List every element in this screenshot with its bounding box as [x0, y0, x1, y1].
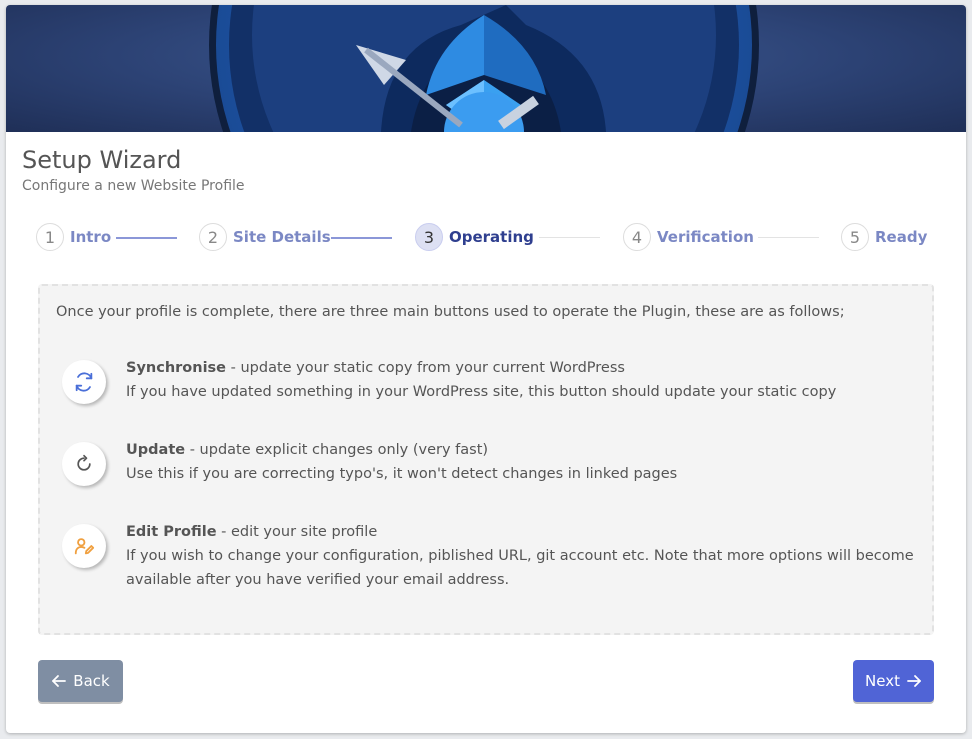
item-desc: - update your static copy from your curr…: [226, 360, 625, 376]
wizard-card: Setup Wizard Configure a new Website Pro…: [6, 5, 966, 733]
wizard-steps: 1 Intro 2 Site Details 3 Operating 4 Ver…: [6, 221, 966, 255]
item-title: Update: [126, 442, 186, 458]
item-desc: - edit your site profile: [216, 524, 378, 540]
arrow-left-icon: [52, 675, 67, 687]
back-button[interactable]: Back: [38, 660, 123, 702]
step-connector: [758, 237, 819, 238]
banner-image: [6, 5, 966, 132]
next-button-label: Next: [865, 672, 900, 690]
step-number: 2: [199, 223, 227, 251]
step-ready[interactable]: 5 Ready: [841, 221, 927, 253]
step-label: Ready: [875, 228, 928, 246]
hooded-figure-logo: [209, 5, 759, 132]
user-edit-icon: [62, 524, 106, 568]
panel-intro: Once your profile is complete, there are…: [56, 304, 845, 320]
item-title: Synchronise: [126, 360, 227, 376]
item-detail: If you have updated something in your Wo…: [126, 384, 837, 400]
step-connector: [539, 237, 600, 238]
step-number: 1: [36, 223, 64, 251]
step-connector: [116, 237, 177, 239]
step-number: 3: [415, 223, 443, 251]
step-intro[interactable]: 1 Intro: [36, 221, 111, 253]
step-label: Intro: [70, 228, 112, 246]
step-site-details[interactable]: 2 Site Details: [199, 221, 331, 253]
item-detail: If you wish to change your configuration…: [126, 548, 914, 588]
step-label: Site Details: [233, 228, 331, 246]
step-operating[interactable]: 3 Operating: [415, 221, 534, 253]
page-subtitle: Configure a new Website Profile: [22, 178, 245, 194]
item-title: Edit Profile: [126, 524, 217, 540]
step-number: 5: [841, 223, 869, 251]
item-detail: Use this if you are correcting typo's, i…: [126, 466, 678, 482]
step-label: Operating: [449, 228, 534, 246]
item-desc: - update explicit changes only (very fas…: [185, 442, 489, 458]
step-verification[interactable]: 4 Verification: [623, 221, 754, 253]
next-button[interactable]: Next: [853, 660, 934, 702]
step-number: 4: [623, 223, 651, 251]
arrow-right-icon: [907, 675, 921, 687]
refresh-icon: [62, 442, 106, 486]
page-title: Setup Wizard: [22, 146, 182, 174]
step-label: Verification: [657, 228, 754, 246]
back-button-label: Back: [73, 672, 110, 690]
sync-icon: [62, 360, 106, 404]
operating-info-panel: Once your profile is complete, there are…: [38, 284, 934, 635]
step-connector: [331, 237, 392, 239]
